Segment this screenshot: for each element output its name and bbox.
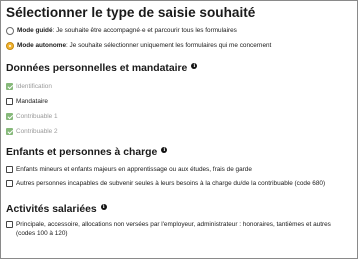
checkbox-children-minors-box[interactable] bbox=[6, 165, 13, 173]
section-heading-label: Activités salariées bbox=[6, 204, 97, 215]
section-heading-children: Enfants et personnes à charge i bbox=[6, 147, 351, 159]
info-icon[interactable]: i bbox=[100, 204, 107, 210]
checkbox-contribuable-1: Contribuable 1 bbox=[6, 109, 351, 124]
mode-guided-radio[interactable] bbox=[6, 27, 14, 35]
checkbox-label: Enfants mineurs et enfants majeurs en ap… bbox=[16, 165, 252, 173]
checkbox-identification: Identification bbox=[6, 79, 351, 94]
section-heading-salaried: Activités salariées i bbox=[6, 204, 351, 216]
checkbox-label: Principale, accessoire, allocations non … bbox=[16, 221, 331, 237]
checkbox-label: Autres personnes incapables de subvenir … bbox=[16, 180, 326, 187]
mode-autonomous-radio[interactable] bbox=[6, 42, 14, 50]
mode-guided-option[interactable]: Mode guidé : Je souhaite être accompagné… bbox=[6, 26, 351, 36]
mode-autonomous-label: Mode autonome bbox=[17, 42, 66, 49]
section-heading-label: Enfants et personnes à charge bbox=[6, 147, 158, 158]
checkbox-label: Mandataire bbox=[16, 98, 48, 105]
checkbox-children-minors[interactable]: Enfants mineurs et enfants majeurs en ap… bbox=[6, 162, 351, 176]
checkbox-label: Identification bbox=[16, 83, 52, 90]
page-title: Sélectionner le type de saisie souhaité bbox=[6, 5, 256, 20]
section-heading-personal-data: Données personnelles et mandataire i bbox=[6, 63, 351, 75]
checkbox-mandataire[interactable]: Mandataire bbox=[6, 94, 351, 109]
checkbox-label: Contribuable 2 bbox=[16, 128, 58, 135]
checkbox-contribuable-2-box bbox=[6, 128, 13, 135]
checkbox-other-dependents[interactable]: Autres personnes incapables de subvenir … bbox=[6, 176, 351, 191]
checkbox-contribuable-2: Contribuable 2 bbox=[6, 124, 351, 139]
checkbox-salaried-main-box[interactable] bbox=[6, 221, 13, 228]
mode-guided-description: : Je souhaite être accompagné·e et parco… bbox=[52, 27, 237, 34]
checkbox-salaried-main[interactable]: Principale, accessoire, allocations non … bbox=[6, 220, 351, 238]
checkbox-other-dependents-box[interactable] bbox=[6, 180, 13, 187]
section-heading-label: Données personnelles et mandataire bbox=[6, 63, 188, 74]
mode-autonomous-description: : Je souhaite sélectionner uniquement le… bbox=[66, 42, 272, 49]
info-icon[interactable]: i bbox=[161, 147, 168, 153]
checkbox-identification-box bbox=[6, 83, 13, 90]
mode-autonomous-option[interactable]: Mode autonome : Je souhaite sélectionner… bbox=[6, 41, 351, 51]
mode-guided-label: Mode guidé bbox=[17, 27, 53, 34]
checkbox-label: Contribuable 1 bbox=[16, 113, 58, 120]
checkbox-contribuable-1-box bbox=[6, 113, 13, 120]
checkbox-mandataire-box[interactable] bbox=[6, 98, 13, 105]
info-icon[interactable]: i bbox=[191, 63, 198, 69]
form-panel: Sélectionner le type de saisie souhaité … bbox=[0, 0, 358, 259]
